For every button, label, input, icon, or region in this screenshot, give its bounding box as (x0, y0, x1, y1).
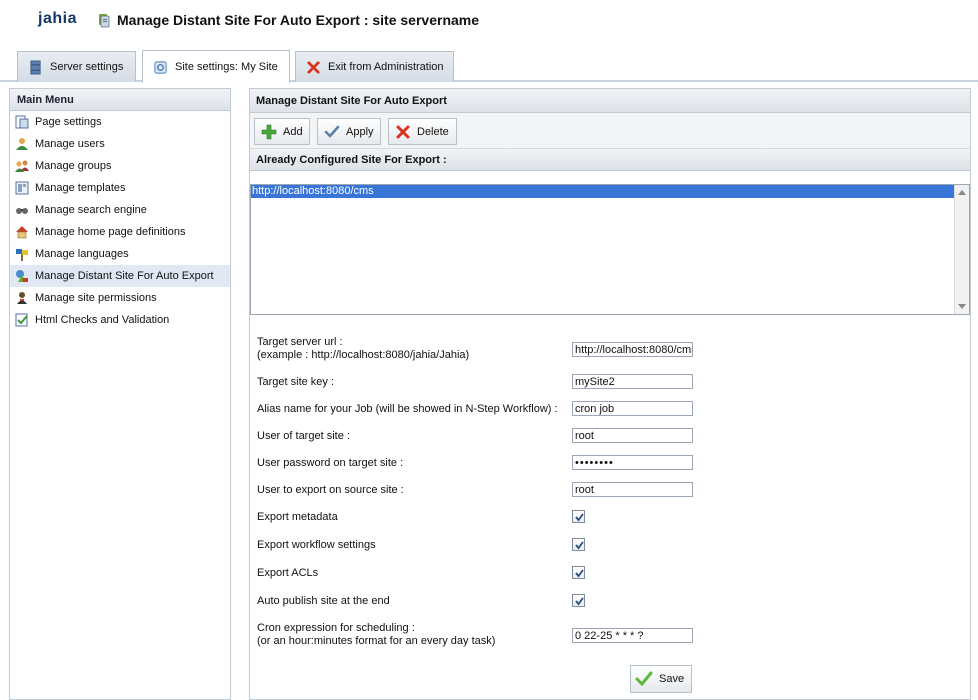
sidebar-item-label: Manage users (35, 138, 105, 150)
apply-label: Apply (346, 125, 374, 138)
site-settings-icon (154, 60, 167, 74)
permissions-icon (17, 292, 27, 304)
scroll-up-icon[interactable] (958, 190, 966, 195)
toolbar: Add Apply Delete (250, 113, 970, 149)
export-acls-checkbox[interactable] (572, 566, 585, 579)
export-metadata-label: Export metadata (257, 511, 338, 523)
html-check-icon (15, 313, 28, 327)
cron-hint: (or an hour:minutes format for an every … (257, 635, 496, 647)
save-button[interactable]: Save (630, 665, 692, 693)
sidebar-item-label: Page settings (35, 116, 102, 128)
add-icon (261, 124, 277, 139)
delete-label: Delete (417, 125, 449, 138)
distant-site-icon (16, 270, 28, 282)
sidebar-item-templates[interactable]: Manage templates (10, 177, 230, 199)
add-button[interactable]: Add (254, 118, 310, 145)
target-url-input[interactable]: http://localhost:8080/cms (572, 342, 693, 357)
sidebar-item-site-permissions[interactable]: Manage site permissions (10, 287, 230, 309)
auto-publish-checkbox[interactable] (572, 594, 585, 607)
checkmark-icon (575, 541, 584, 550)
sidebar-title: Main Menu (10, 89, 230, 111)
checkmark-icon (575, 569, 584, 578)
exit-icon (307, 60, 320, 74)
sidebar-item-languages[interactable]: Manage languages (10, 243, 230, 265)
sidebar-item-home-page-definitions[interactable]: Manage home page definitions (10, 221, 230, 243)
sidebar-item-label: Html Checks and Validation (35, 314, 170, 326)
checkmark-icon (575, 513, 584, 522)
sidebar-item-users[interactable]: Manage users (10, 133, 230, 155)
site-key-input[interactable]: mySite2 (572, 374, 693, 389)
target-url-label-text: Target server url : (257, 336, 343, 348)
main-panel: Manage Distant Site For Auto Export Add … (249, 88, 971, 700)
sidebar-item-label: Manage Distant Site For Auto Export (35, 270, 214, 282)
cron-label: Cron expression for scheduling : (or an … (257, 622, 495, 648)
home-icon (16, 226, 28, 239)
tab-server-settings[interactable]: Server settings (17, 51, 136, 82)
sidebar-item-page-settings[interactable]: Page settings (10, 111, 230, 133)
list-item[interactable]: http://localhost:8080/cms (251, 185, 954, 198)
sidebar-item-label: Manage templates (35, 182, 126, 194)
configured-sites-list[interactable]: http://localhost:8080/cms (250, 184, 970, 315)
tabs-bar: Server settings Site settings: My Site E… (0, 48, 978, 83)
sidebar-item-html-checks[interactable]: Html Checks and Validation (10, 309, 230, 331)
panel-title: Manage Distant Site For Auto Export (250, 89, 970, 113)
password-label: User password on target site : (257, 457, 404, 469)
page-title: Manage Distant Site For Auto Export : si… (117, 12, 480, 28)
sidebar-item-label: Manage languages (35, 248, 129, 260)
alias-input[interactable]: cron job (572, 401, 693, 416)
page-settings-icon (15, 115, 29, 129)
target-user-label: User of target site : (257, 430, 350, 442)
search-engine-icon (16, 208, 28, 214)
tab-exit-administration[interactable]: Exit from Administration (295, 51, 454, 82)
server-icon (30, 60, 41, 74)
sidebar-item-label: Manage home page definitions (35, 226, 186, 238)
distant-site-icon (99, 14, 110, 28)
delete-button[interactable]: Delete (388, 118, 457, 145)
export-user-label: User to export on source site : (257, 484, 404, 496)
templates-icon (15, 181, 29, 195)
cron-label-text: Cron expression for scheduling : (257, 622, 415, 634)
tab-site-settings[interactable]: Site settings: My Site (142, 50, 290, 83)
auto-publish-label: Auto publish site at the end (257, 595, 390, 607)
header: jahia Manage Distant Site For Auto Expor… (0, 0, 978, 48)
target-url-label: Target server url : (example : http://lo… (257, 336, 469, 362)
sidebar-menu: Page settings Manage users Manage groups… (10, 111, 230, 331)
apply-button[interactable]: Apply (317, 118, 381, 145)
tab-label: Exit from Administration (328, 61, 444, 73)
sidebar-item-label: Manage search engine (35, 204, 147, 216)
languages-icon (16, 249, 28, 261)
tab-label: Server settings (50, 61, 124, 73)
alias-label: Alias name for your Job (will be showed … (257, 403, 558, 415)
add-label: Add (283, 125, 303, 138)
password-input[interactable]: •••••••• (572, 455, 693, 470)
checkmark-icon (635, 671, 653, 687)
target-user-input[interactable]: root (572, 428, 693, 443)
configured-sites-title: Already Configured Site For Export : (250, 149, 970, 171)
groups-icon (15, 160, 29, 172)
list-scrollbar[interactable] (954, 185, 969, 314)
cron-input[interactable]: 0 22-25 * * * ? (572, 628, 693, 643)
export-metadata-checkbox[interactable] (572, 510, 585, 523)
sidebar: Main Menu Page settings Manage users Man… (9, 88, 231, 700)
sidebar-item-groups[interactable]: Manage groups (10, 155, 230, 177)
users-icon (16, 138, 28, 150)
scroll-down-icon[interactable] (958, 304, 966, 309)
jahia-logo: jahia (38, 10, 77, 27)
tab-label: Site settings: My Site (175, 61, 278, 73)
sidebar-item-label: Manage site permissions (35, 292, 157, 304)
sidebar-item-search-engine[interactable]: Manage search engine (10, 199, 230, 221)
export-user-input[interactable]: root (572, 482, 693, 497)
checkmark-icon (575, 597, 584, 606)
delete-icon (396, 125, 410, 138)
export-workflow-label: Export workflow settings (257, 539, 376, 551)
sidebar-item-distant-site-auto-export[interactable]: Manage Distant Site For Auto Export (10, 265, 230, 287)
apply-icon (324, 125, 340, 138)
export-workflow-checkbox[interactable] (572, 538, 585, 551)
sidebar-item-label: Manage groups (35, 160, 112, 172)
export-acls-label: Export ACLs (257, 567, 319, 579)
save-label: Save (659, 673, 685, 685)
site-key-label: Target site key : (257, 376, 335, 388)
target-url-example: (example : http://localhost:8080/jahia/J… (257, 349, 470, 361)
